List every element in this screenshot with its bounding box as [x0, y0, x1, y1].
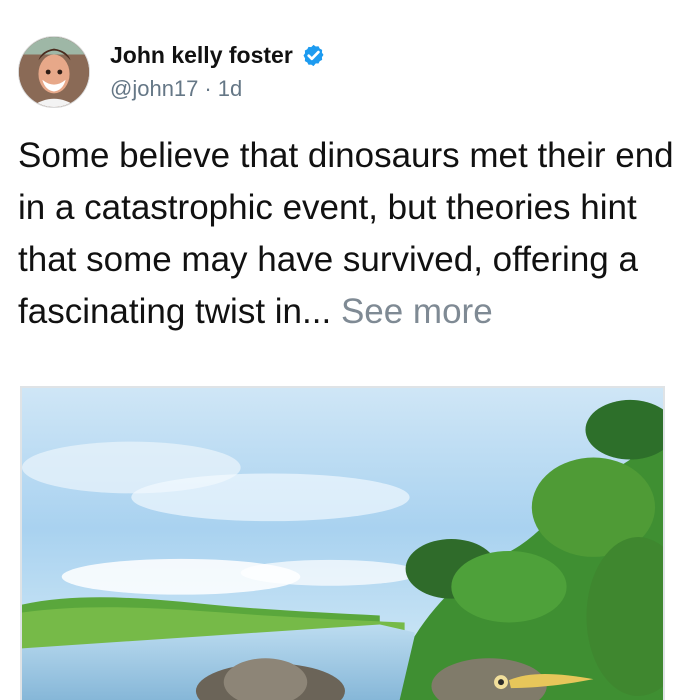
tweet-body: Some believe that dinosaurs met their en…: [18, 130, 683, 338]
author-name[interactable]: John kelly foster: [110, 42, 293, 69]
avatar-photo-icon: [19, 37, 89, 107]
post-age[interactable]: 1d: [218, 76, 242, 102]
see-more-link[interactable]: See more: [341, 292, 493, 331]
author-subline: @john17 · 1d: [110, 76, 326, 102]
author-handle[interactable]: @john17: [110, 76, 198, 102]
verified-badge-icon: [303, 44, 324, 66]
author-name-row: John kelly foster: [110, 40, 326, 70]
nature-photo-image: [22, 388, 663, 700]
tweet-header: John kelly foster @john17 · 1d: [18, 36, 326, 108]
tweet-card: John kelly foster @john17 · 1d Some beli…: [0, 0, 700, 700]
meta-separator: ·: [204, 76, 212, 101]
user-avatar[interactable]: [18, 36, 90, 108]
tweet-media[interactable]: [20, 386, 665, 700]
author-meta: John kelly foster @john17 · 1d: [110, 40, 326, 102]
